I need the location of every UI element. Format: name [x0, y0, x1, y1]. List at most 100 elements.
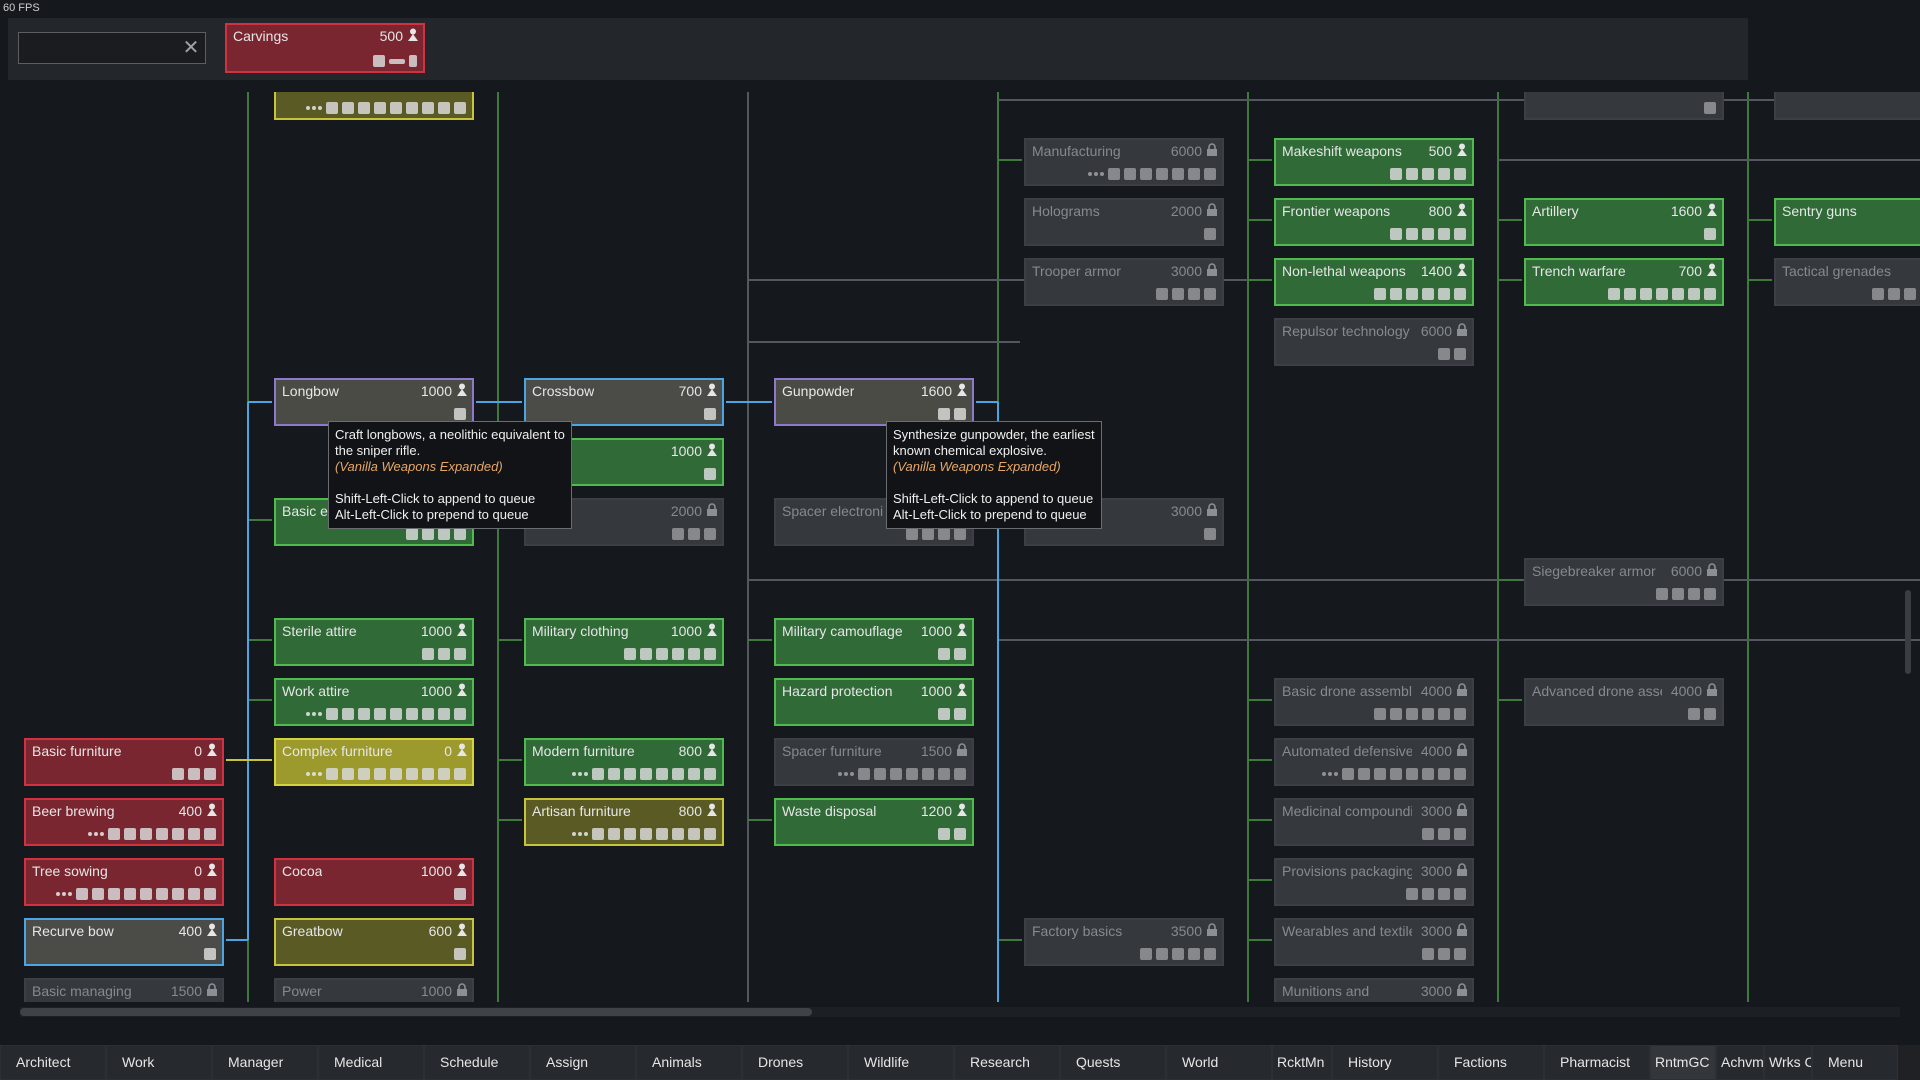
research-node-label: Repulsor technology: [1282, 323, 1410, 339]
research-node-label: Spacer furniture: [782, 743, 882, 759]
search-input[interactable]: ✕: [18, 32, 206, 64]
unlock-item-icon: [454, 888, 466, 900]
research-node[interactable]: Complex furniture 0: [274, 738, 474, 786]
unlock-icons: [406, 528, 466, 540]
scroll-thumb[interactable]: [20, 1008, 812, 1016]
research-node[interactable]: Sentry guns: [1774, 198, 1920, 246]
research-node[interactable]: Sterile attire 1000: [274, 618, 474, 666]
research-node[interactable]: Manufacturing 6000: [1024, 138, 1224, 186]
research-node[interactable]: Modern furniture 800: [524, 738, 724, 786]
research-node[interactable]: Basic furniture 0: [24, 738, 224, 786]
unlock-item-icon: [1390, 168, 1402, 180]
tooltip-hint: Shift-Left-Click to append to queue: [335, 491, 536, 506]
tab-pharmacist[interactable]: Pharmacist: [1544, 1045, 1650, 1080]
unlock-item-icon: [1688, 288, 1700, 300]
research-node[interactable]: Greatbow 600: [274, 918, 474, 966]
lock-icon: [457, 983, 467, 996]
tab-world[interactable]: World: [1166, 1045, 1272, 1080]
tab-schedule[interactable]: Schedule: [424, 1045, 530, 1080]
research-node[interactable]: Artillery 1600: [1524, 198, 1724, 246]
research-node[interactable]: Makeshift weapons 500: [1274, 138, 1474, 186]
research-node[interactable]: Spacer furniture 1500: [774, 738, 974, 786]
research-node[interactable]: Trench warfare 700: [1524, 258, 1724, 306]
research-node[interactable]: Military clothing 1000: [524, 618, 724, 666]
tab-manager[interactable]: Manager: [212, 1045, 318, 1080]
research-node[interactable]: Work attire 1000: [274, 678, 474, 726]
research-node[interactable]: Advanced drone assembly 4000: [1524, 678, 1724, 726]
tab-factions[interactable]: Factions: [1438, 1045, 1544, 1080]
unlock-item-icon: [454, 528, 466, 540]
research-node[interactable]: Longbow 1000: [274, 378, 474, 426]
research-node[interactable]: Hazard protection 1000: [774, 678, 974, 726]
research-node[interactable]: Cocoa 1000: [274, 858, 474, 906]
research-node[interactable]: Beer brewing 400: [24, 798, 224, 846]
research-node[interactable]: sensors: [1774, 92, 1920, 120]
tab-quests[interactable]: Quests: [1060, 1045, 1166, 1080]
research-node[interactable]: Holograms 2000: [1024, 198, 1224, 246]
research-node[interactable]: Crossbow 700: [524, 378, 724, 426]
selected-project-card[interactable]: Carvings 500: [225, 23, 425, 73]
tab-architect[interactable]: Architect: [0, 1045, 106, 1080]
research-tree[interactable]: Longbow1000Crossbow700Gunpowder1600d bow…: [0, 92, 1920, 1002]
unlock-item-icon: [954, 768, 966, 780]
tab-medical[interactable]: Medical: [318, 1045, 424, 1080]
vertical-scrollbar[interactable]: [1905, 590, 1911, 674]
horizontal-scrollbar[interactable]: [20, 1007, 1900, 1017]
tab-wildlife[interactable]: Wildlife: [848, 1045, 954, 1080]
research-node[interactable]: [274, 92, 474, 120]
research-node[interactable]: Basic drone assembly 4000: [1274, 678, 1474, 726]
research-node[interactable]: Tactical grenades: [1774, 258, 1920, 306]
tab-work[interactable]: Work: [106, 1045, 212, 1080]
research-node[interactable]: Factory basics 3500: [1024, 918, 1224, 966]
research-node-cost: 2000: [670, 503, 702, 519]
clear-search-icon[interactable]: ✕: [181, 37, 201, 59]
research-node[interactable]: Wearables and textiles factory 3000: [1274, 918, 1474, 966]
unlock-item-icon: [938, 828, 950, 840]
research-node[interactable]: Trooper armor 3000: [1024, 258, 1224, 306]
unlock-item-icon: [640, 768, 652, 780]
unlock-item-icon: [358, 768, 370, 780]
tab-rcktmn[interactable]: RcktMn: [1272, 1045, 1332, 1080]
research-node[interactable]: Siegebreaker armor 6000: [1524, 558, 1724, 606]
lock-icon: [1207, 143, 1217, 156]
tab-research[interactable]: Research: [954, 1045, 1060, 1080]
unlock-item-icon: [1204, 288, 1216, 300]
unlock-item-icon: [1422, 888, 1434, 900]
lock-icon: [1457, 863, 1467, 876]
research-node[interactable]: Frontier weapons 800: [1274, 198, 1474, 246]
research-node[interactable]: Provisions packaging factory 3000: [1274, 858, 1474, 906]
research-node[interactable]: Military camouflage 1000: [774, 618, 974, 666]
research-node[interactable]: [1524, 92, 1724, 120]
research-node-label: Provisions packaging factory: [1282, 863, 1412, 879]
research-node[interactable]: Basic managing 1500: [24, 978, 224, 1002]
tab-assign[interactable]: Assign: [530, 1045, 636, 1080]
tab-menu[interactable]: Menu: [1812, 1045, 1898, 1080]
tab-rntmgc[interactable]: RntmGC: [1650, 1045, 1716, 1080]
research-node-label: Sterile attire: [282, 623, 357, 639]
research-node[interactable]: Repulsor technology 6000: [1274, 318, 1474, 366]
tab-history[interactable]: History: [1332, 1045, 1438, 1080]
research-node[interactable]: Power 1000: [274, 978, 474, 1002]
unlock-item-icon: [454, 408, 466, 420]
fps-counter: 60 FPS: [3, 2, 40, 14]
research-node-label: Tree sowing: [32, 863, 108, 879]
tab-wrks-cr[interactable]: Wrks Cr: [1764, 1045, 1812, 1080]
tab-achvmn[interactable]: Achvmn: [1716, 1045, 1764, 1080]
tooltip-line: known chemical explosive.: [893, 443, 1047, 458]
unlock-item-icon: [704, 528, 716, 540]
research-node[interactable]: Artisan furniture 800: [524, 798, 724, 846]
unlock-item-icon: [1358, 768, 1370, 780]
research-node[interactable]: Gunpowder 1600: [774, 378, 974, 426]
unlock-item-icon: [1374, 708, 1386, 720]
tab-animals[interactable]: Animals: [636, 1045, 742, 1080]
research-node[interactable]: Non-lethal weapons 1400: [1274, 258, 1474, 306]
unlock-item-icon: [624, 648, 636, 660]
tab-drones[interactable]: Drones: [742, 1045, 848, 1080]
unlock-item-icon: [704, 768, 716, 780]
research-node[interactable]: Medicinal compounding 3000: [1274, 798, 1474, 846]
research-node[interactable]: Recurve bow 400: [24, 918, 224, 966]
research-node[interactable]: Waste disposal 1200: [774, 798, 974, 846]
research-node[interactable]: Automated defensive 4000: [1274, 738, 1474, 786]
research-node[interactable]: Munitions and 3000: [1274, 978, 1474, 1002]
research-node[interactable]: Tree sowing 0: [24, 858, 224, 906]
